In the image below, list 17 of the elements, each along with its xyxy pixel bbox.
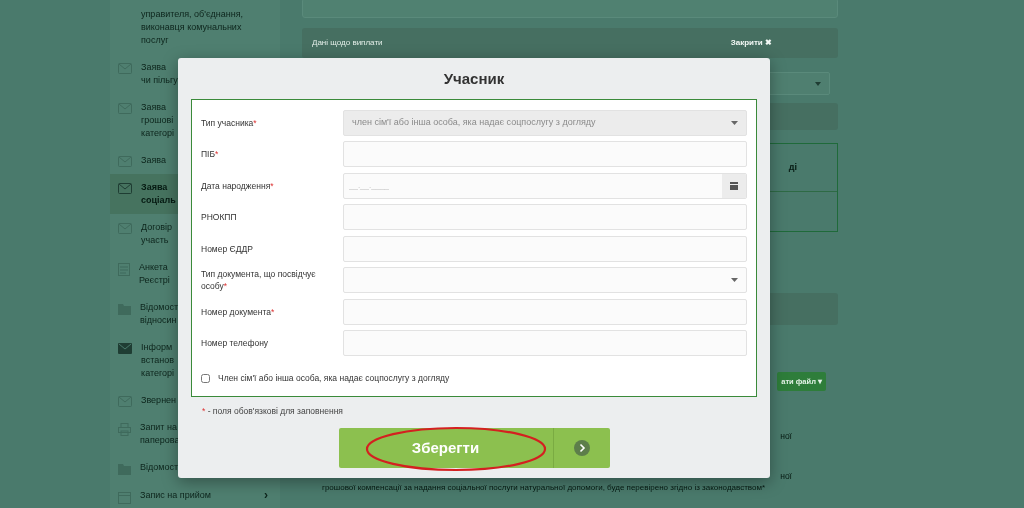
field-label: РНОКПП (201, 211, 238, 223)
field-label: Тип учасника* (201, 116, 258, 129)
text-fragment: ної (780, 471, 792, 483)
field-label: ПІБ* (201, 148, 220, 160)
field-label: Номер телефону (201, 337, 270, 349)
field-label: Номер документа* (201, 305, 276, 318)
paragraph: грошової компенсації за надання соціальної послуги натуральної допомоги, буде перевірено згідно із законодавством* (321, 482, 767, 494)
modal-title: Учасник (443, 69, 505, 89)
panel-title: Дані щодо виплати (312, 37, 383, 49)
field-label: Номер ЄДДР (201, 242, 254, 255)
field-label: Дата народження* (201, 179, 275, 192)
text-fragment: ної (780, 431, 792, 443)
required-note: * - поля обов'язкові для заповнення (202, 405, 343, 416)
chevron-icon: › (264, 489, 268, 504)
box-text: ді (788, 160, 797, 174)
checkbox-label: Член сім'ї або інша особа, яка надає соцпослугу з догляду (218, 372, 450, 385)
field-label: Тип документа, що посвідчує особу* (201, 268, 317, 292)
